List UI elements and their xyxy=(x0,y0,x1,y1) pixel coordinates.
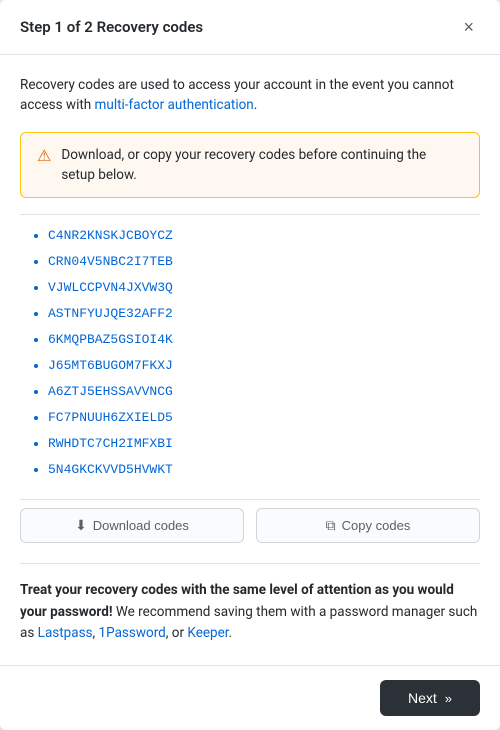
download-icon: ⬇ xyxy=(75,517,87,534)
download-codes-label: Download codes xyxy=(93,518,189,533)
download-codes-button[interactable]: ⬇ Download codes xyxy=(20,508,244,543)
divider-top xyxy=(20,214,480,215)
onepassword-link[interactable]: 1Password xyxy=(99,625,166,641)
list-item: CRN04V5NBC2I7TEB xyxy=(48,249,480,275)
close-button[interactable]: × xyxy=(457,16,480,38)
copy-codes-button[interactable]: ⧉ Copy codes xyxy=(256,508,480,543)
list-item: A6ZTJ5EHSSAVVNCG xyxy=(48,379,480,405)
list-item: FC7PNUUH6ZXIELD5 xyxy=(48,405,480,431)
copy-icon: ⧉ xyxy=(326,517,336,534)
code-list: C4NR2KNSKJCBOYCZCRN04V5NBC2I7TEBVJWLCCPV… xyxy=(20,223,480,483)
warning-text: Treat your recovery codes with the same … xyxy=(20,580,480,645)
modal-body: Recovery codes are used to access your a… xyxy=(0,55,500,665)
divider-bottom xyxy=(20,499,480,500)
copy-codes-label: Copy codes xyxy=(342,518,411,533)
action-buttons: ⬇ Download codes ⧉ Copy codes xyxy=(20,508,480,547)
recovery-codes-modal: Step 1 of 2 Recovery codes × Recovery co… xyxy=(0,0,500,730)
next-label: Next xyxy=(408,690,437,706)
list-item: VJWLCCPVN4JXVW3Q xyxy=(48,275,480,301)
modal-footer: Next » xyxy=(0,665,500,730)
keeper-link[interactable]: Keeper xyxy=(187,625,228,641)
modal-header: Step 1 of 2 Recovery codes × xyxy=(0,0,500,55)
list-item: C4NR2KNSKJCBOYCZ xyxy=(48,223,480,249)
alert-text: Download, or copy your recovery codes be… xyxy=(61,145,463,186)
alert-box: ⚠ Download, or copy your recovery codes … xyxy=(20,132,480,199)
warning-icon: ⚠ xyxy=(37,146,51,165)
list-item: ASTNFYUJQE32AFF2 xyxy=(48,301,480,327)
mfa-link[interactable]: multi-factor authentication xyxy=(95,97,254,113)
next-icon: » xyxy=(445,691,452,706)
list-item: 6KMQPBAZ5GSIOI4K xyxy=(48,327,480,353)
list-item: J65MT6BUGOM7FKXJ xyxy=(48,353,480,379)
list-item: 5N4GKCKVVD5HVWKT xyxy=(48,457,480,483)
modal-title: Step 1 of 2 Recovery codes xyxy=(20,18,203,36)
next-button[interactable]: Next » xyxy=(380,680,480,716)
warning-bold: Treat your recovery codes with the same … xyxy=(20,582,454,620)
divider-warning xyxy=(20,563,480,564)
lastpass-link[interactable]: Lastpass xyxy=(38,625,93,641)
description-text: Recovery codes are used to access your a… xyxy=(20,75,480,116)
list-item: RWHDTC7CH2IMFXBI xyxy=(48,431,480,457)
